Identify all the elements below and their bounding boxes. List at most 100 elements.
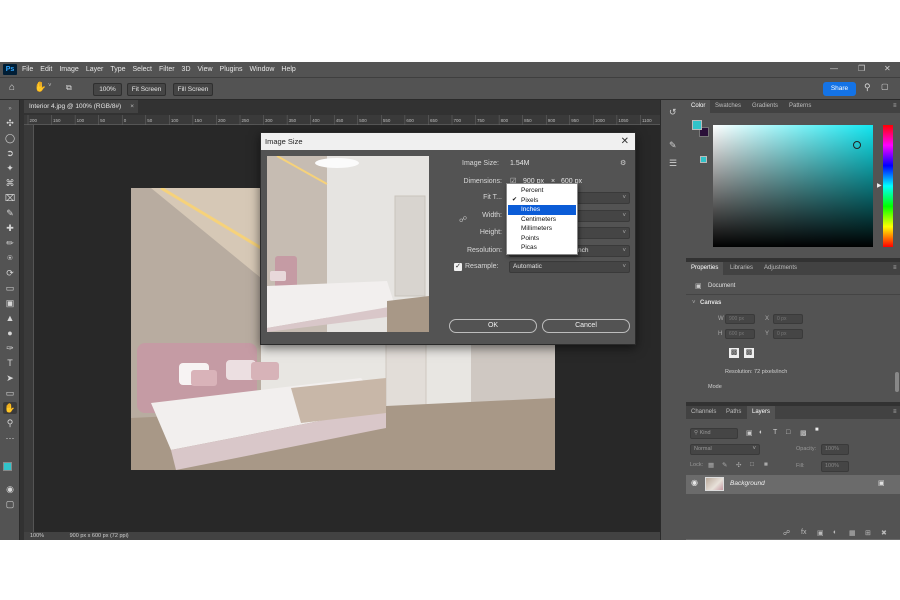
menu-view[interactable]: View	[198, 66, 213, 73]
menu-layer[interactable]: Layer	[86, 66, 104, 73]
menu-3d[interactable]: 3D	[182, 66, 191, 73]
fit-screen-button[interactable]: Fit Screen	[127, 83, 166, 96]
eye-visibility-icon[interactable]: ◉	[691, 478, 698, 487]
tab-close-icon[interactable]: ×	[130, 100, 134, 113]
canvas-x-field[interactable]: 0 px	[773, 314, 803, 324]
history-icon[interactable]: ↺	[669, 107, 677, 118]
fill-screen-button[interactable]: Fill Screen	[173, 83, 213, 96]
zoom-100-button[interactable]: 100%	[93, 83, 122, 96]
gradient-tool-icon[interactable]: ▣	[3, 297, 17, 309]
tab-channels[interactable]: Channels	[686, 406, 721, 419]
new-layer-icon[interactable]: ⊞	[865, 529, 871, 537]
menu-help[interactable]: Help	[281, 66, 295, 73]
shape-tool-icon[interactable]: ▭	[3, 387, 17, 399]
lock-transparent-icon[interactable]: ▦	[708, 461, 714, 469]
lasso-tool-icon[interactable]: ➲	[3, 147, 17, 159]
layer-mask-icon[interactable]: ▣	[817, 529, 824, 537]
menu-file[interactable]: File	[22, 66, 33, 73]
lock-position-icon[interactable]: ✣	[736, 461, 741, 469]
link-layers-icon[interactable]: ☍	[783, 529, 790, 537]
hand-tool-icon[interactable]: ✋	[34, 82, 46, 93]
lock-all-icon[interactable]: ■	[764, 461, 768, 468]
panel-menu-icon[interactable]: ≡	[888, 100, 900, 113]
menu-window[interactable]: Window	[250, 66, 275, 73]
resample-checkbox[interactable]: ✓	[454, 263, 462, 271]
type-tool-icon[interactable]: T	[3, 357, 17, 369]
share-button[interactable]: Share	[823, 82, 856, 96]
tab-adjustments[interactable]: Adjustments	[759, 262, 802, 275]
foreground-color-swatch[interactable]	[3, 462, 12, 471]
collapse-toolbar-icon[interactable]: »	[3, 103, 17, 115]
document-tab[interactable]: Interior 4.jpg @ 100% (RGB/8#) ×	[24, 100, 138, 113]
healing-brush-tool-icon[interactable]: ✚	[3, 222, 17, 234]
chevron-down-icon[interactable]: ˅	[692, 300, 696, 306]
dialog-title-bar[interactable]: Image Size ✕	[261, 133, 635, 150]
canvas-height-field[interactable]: 600 px	[725, 329, 755, 339]
lock-pixels-icon[interactable]: ✎	[722, 461, 727, 469]
canvas-width-field[interactable]: 900 px	[725, 314, 755, 324]
layer-name[interactable]: Background	[730, 480, 765, 487]
layer-filter-kind[interactable]: ⚲ Kind	[690, 428, 738, 439]
pen-tool-icon[interactable]: ✑	[3, 342, 17, 354]
tab-patterns[interactable]: Patterns	[784, 100, 816, 113]
unit-option-pixels[interactable]: ✔ Pixels	[508, 196, 576, 206]
tab-color[interactable]: Color	[686, 100, 711, 113]
hue-slider[interactable]	[883, 125, 893, 247]
settings-gear-icon[interactable]: ⚙	[620, 159, 626, 167]
crop-tool-icon[interactable]: ⌘	[3, 177, 17, 189]
adjustments-icon[interactable]: ☰	[669, 158, 677, 169]
unit-option-points[interactable]: Points	[508, 234, 576, 244]
ok-button[interactable]: OK	[449, 319, 537, 333]
color-foreground-swatch[interactable]	[692, 120, 702, 130]
window-close-icon[interactable]: ✕	[884, 64, 891, 73]
color-picker-cursor[interactable]	[853, 141, 861, 149]
menu-type[interactable]: Type	[110, 66, 125, 73]
canvas-y-field[interactable]: 0 px	[773, 329, 803, 339]
minimize-icon[interactable]: —	[830, 64, 838, 73]
filter-shape-icon[interactable]: □	[786, 429, 790, 436]
properties-scrollbar[interactable]	[895, 372, 899, 392]
tab-paths[interactable]: Paths	[721, 406, 746, 419]
brush-tool-icon[interactable]: ✏	[3, 237, 17, 249]
fill-field[interactable]: 100%	[821, 461, 849, 472]
marquee-tool-icon[interactable]: ◯	[3, 132, 17, 144]
dodge-tool-icon[interactable]: ●	[3, 327, 17, 339]
resample-method-select[interactable]: Automatic ˅	[509, 261, 630, 273]
panel-menu-icon[interactable]: ≡	[888, 406, 900, 419]
unit-option-centimeters[interactable]: Centimeters	[508, 215, 576, 225]
workspace-icon[interactable]: ▢	[881, 82, 889, 91]
unit-option-percent[interactable]: Percent	[508, 186, 576, 196]
color-picker-field[interactable]	[713, 125, 873, 247]
lock-artboard-icon[interactable]: □	[750, 461, 754, 468]
cancel-button[interactable]: Cancel	[542, 319, 630, 333]
hand-tool-icon[interactable]: ✋	[3, 402, 17, 414]
blend-mode-select[interactable]: Normal ˅	[690, 444, 760, 455]
unit-option-inches[interactable]: Inches	[508, 205, 576, 215]
menu-image[interactable]: Image	[59, 66, 78, 73]
filter-smart-object-icon[interactable]: ▩	[800, 429, 807, 437]
brush-settings-icon[interactable]: ✎	[669, 140, 677, 151]
filter-pixel-icon[interactable]: ▣	[746, 429, 753, 437]
layer-style-icon[interactable]: fx	[801, 529, 806, 536]
unit-option-picas[interactable]: Picas	[508, 243, 576, 253]
tab-properties[interactable]: Properties	[686, 262, 724, 275]
scroll-all-windows-icon[interactable]: ⧉	[66, 83, 72, 93]
opacity-field[interactable]: 100%	[821, 444, 849, 455]
tab-gradients[interactable]: Gradients	[747, 100, 783, 113]
layer-row[interactable]: ◉ Background ▣	[686, 475, 900, 494]
edit-toolbar-icon[interactable]: ⋯	[3, 432, 17, 444]
search-icon[interactable]: ⚲	[864, 82, 871, 93]
tab-libraries[interactable]: Libraries	[725, 262, 758, 275]
history-brush-tool-icon[interactable]: ⟳	[3, 267, 17, 279]
web-safe-swatch[interactable]	[700, 156, 707, 163]
filter-type-icon[interactable]: T	[773, 429, 777, 436]
panel-menu-icon[interactable]: ≡	[888, 262, 900, 275]
blur-tool-icon[interactable]: ▲	[3, 312, 17, 324]
dialog-close-icon[interactable]: ✕	[621, 133, 629, 150]
eyedropper-tool-icon[interactable]: ✎	[3, 207, 17, 219]
filter-toggle-icon[interactable]: ■	[815, 427, 819, 433]
status-zoom[interactable]: 100%	[30, 533, 44, 539]
object-selection-tool-icon[interactable]: ✦	[3, 162, 17, 174]
image-preview[interactable]	[267, 156, 429, 332]
frame-tool-icon[interactable]: ⌧	[3, 192, 17, 204]
